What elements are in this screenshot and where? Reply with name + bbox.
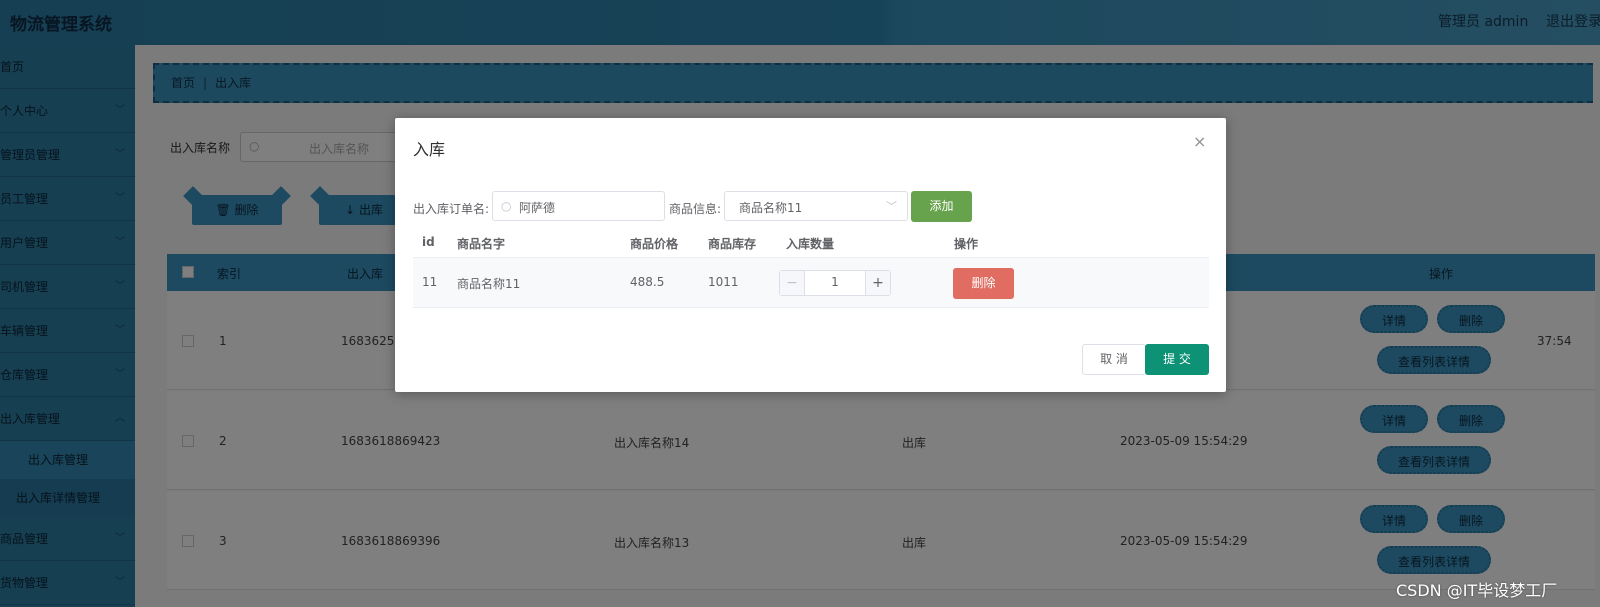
add-button[interactable]: 添加 — [911, 191, 972, 222]
quantity-input[interactable]: 1 — [805, 275, 865, 289]
col-stock: 商品库存 — [708, 237, 757, 251]
chevron-down-icon: ﹀ — [886, 200, 897, 213]
increment-button[interactable]: + — [865, 271, 890, 295]
close-icon[interactable]: × — [1193, 132, 1206, 151]
goods-info-label: 商品信息: — [669, 202, 722, 216]
inbound-dialog: 入库 × 出入库订单名: ○ 阿萨德 商品信息: 商品名称11 ﹀ 添加 id … — [395, 118, 1226, 392]
goods-select[interactable]: 商品名称11 ﹀ — [724, 191, 908, 221]
goods-table-row: 11 商品名称11 488.5 1011 − 1 + 删除 — [413, 258, 1209, 308]
goods-delete-button[interactable]: 删除 — [953, 268, 1014, 299]
order-name-input[interactable]: ○ 阿萨德 — [492, 191, 665, 221]
goods-table-header: id 商品名字 商品价格 商品库存 入库数量 操作 — [413, 228, 1209, 258]
search-icon: ○ — [501, 199, 512, 213]
submit-button[interactable]: 提 交 — [1145, 344, 1209, 375]
col-qty: 入库数量 — [786, 237, 835, 251]
goods-stock: 1011 — [708, 275, 739, 289]
col-price: 商品价格 — [630, 237, 679, 251]
col-action: 操作 — [954, 237, 979, 251]
watermark: CSDN @IT毕设梦工厂 — [1396, 581, 1558, 600]
dialog-title: 入库 — [413, 140, 446, 159]
goods-price: 488.5 — [630, 275, 665, 289]
col-id: id — [422, 235, 435, 249]
goods-select-value: 商品名称11 — [739, 201, 803, 215]
decrement-button[interactable]: − — [780, 271, 805, 295]
goods-id: 11 — [422, 275, 438, 289]
cancel-button[interactable]: 取 消 — [1082, 344, 1146, 375]
col-name: 商品名字 — [457, 237, 506, 251]
order-name-label: 出入库订单名: — [413, 202, 490, 216]
goods-name: 商品名称11 — [457, 277, 521, 291]
order-name-value: 阿萨德 — [519, 201, 556, 215]
quantity-stepper: − 1 + — [779, 270, 891, 296]
